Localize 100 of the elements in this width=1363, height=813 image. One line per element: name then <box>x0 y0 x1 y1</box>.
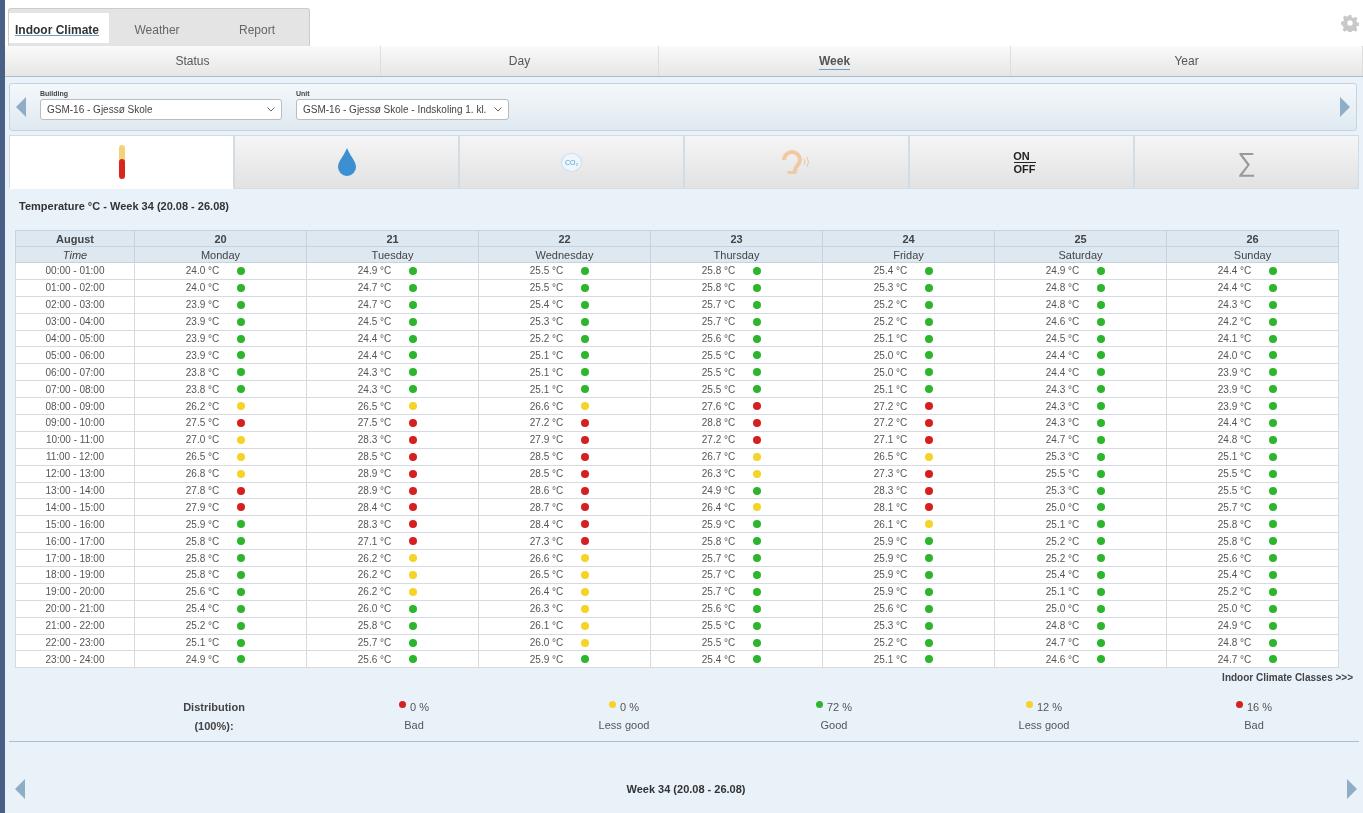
temperature-value: 28.7 °C <box>529 501 564 513</box>
temperature-value: 25.7 °C <box>1217 501 1252 513</box>
percent-value: 0 % <box>410 701 429 714</box>
temperature-value: 28.9 °C <box>357 485 392 496</box>
temperature-value: 26.2 °C <box>357 552 392 564</box>
temperature-value: 25.5 °C <box>1045 468 1080 480</box>
period-tab[interactable]: Day <box>381 46 659 76</box>
temperature-value: 24.6 °C <box>1045 653 1080 665</box>
temperature-value: 25.4 °C <box>701 653 736 665</box>
temperature-value: 25.4 °C <box>185 603 220 615</box>
thermometer-icon <box>116 145 127 179</box>
time-cell: 23:00 - 24:00 <box>15 651 135 668</box>
temperature-value: 24.8 °C <box>1045 620 1080 632</box>
temperature-value: 25.6 °C <box>185 586 220 598</box>
temperature-value: 28.4 °C <box>357 501 392 513</box>
next-icon[interactable] <box>1347 779 1357 799</box>
time-cell: 03:00 - 04:00 <box>15 313 135 331</box>
temperature-value: 25.9 °C <box>873 586 908 598</box>
temperature-value: 28.4 °C <box>529 518 564 530</box>
temperature-value: 25.6 °C <box>701 603 736 615</box>
chart-title: Temperature °C - Week 34 (20.08 - 26.08) <box>18 199 231 214</box>
temperature-value: 25.9 °C <box>873 569 908 581</box>
temperature-value: 25.1 °C <box>529 383 564 395</box>
period-tab[interactable]: Year <box>1011 46 1363 76</box>
temperature-value: 28.6 °C <box>529 485 564 496</box>
temperature-value: 24.4 °C <box>1217 282 1252 294</box>
water-drop-icon <box>336 148 357 176</box>
temperature-value: 23.9 °C <box>185 299 220 311</box>
temperature-value: 26.5 °C <box>185 451 220 463</box>
temperature-value: 25.1 °C <box>1217 451 1252 463</box>
temperature-value: 25.1 °C <box>873 383 908 395</box>
date-header: 23 <box>650 230 823 247</box>
temperature-value: 27.8 °C <box>185 485 220 496</box>
temperature-value: 25.0 °C <box>1045 603 1080 615</box>
date-header: 20 <box>134 230 307 247</box>
temperature-value: 27.3 °C <box>873 468 908 480</box>
temperature-value: 27.0 °C <box>185 434 220 446</box>
date-header: 26 <box>1166 230 1339 247</box>
temperature-value: 27.2 °C <box>873 400 908 412</box>
temperature-value: 25.5 °C <box>701 366 736 378</box>
classes-link[interactable]: Indoor Climate Classes >>> <box>1222 672 1353 684</box>
temperature-value: 27.3 °C <box>529 535 564 547</box>
temperature-value: 24.2 °C <box>1217 316 1252 328</box>
building-dropdown[interactable]: GSM-16 - Gjessø Skole <box>40 99 282 120</box>
temperature-value: 24.3 °C <box>357 366 392 378</box>
temperature-value: 23.9 °C <box>185 333 220 344</box>
temperature-value: 25.1 °C <box>529 366 564 378</box>
temperature-value: 25.1 °C <box>873 333 908 344</box>
temperature-value: 25.5 °C <box>1217 485 1252 496</box>
temperature-value: 28.9 °C <box>357 468 392 480</box>
top-tab[interactable]: Weather <box>109 13 209 43</box>
temperature-value: 23.9 °C <box>1217 383 1252 395</box>
temperature-value: 25.0 °C <box>1217 603 1252 615</box>
temperature-value: 27.2 °C <box>529 417 564 429</box>
temperature-value: 25.2 °C <box>873 299 908 311</box>
temperature-value: 25.1 °C <box>1045 586 1080 598</box>
time-cell: 15:00 - 16:00 <box>15 515 135 533</box>
temperature-value: 25.7 °C <box>701 552 736 564</box>
time-cell: 17:00 - 18:00 <box>15 549 135 567</box>
temperature-value: 23.9 °C <box>1217 400 1252 412</box>
temperature-value: 24.9 °C <box>185 653 220 665</box>
sensor-tab[interactable]: ON OFF <box>909 135 1134 189</box>
period-tab[interactable]: Week <box>659 46 1011 76</box>
temperature-value: 24.4 °C <box>357 349 392 361</box>
settings-icon[interactable] <box>1341 14 1359 32</box>
time-cell: 11:00 - 12:00 <box>15 448 135 466</box>
temperature-value: 25.5 °C <box>701 620 736 632</box>
percent-value: 12 % <box>1036 701 1063 714</box>
time-cell: 04:00 - 05:00 <box>15 330 135 347</box>
date-header: 21 <box>306 230 479 247</box>
temperature-value: 27.2 °C <box>873 417 908 429</box>
temperature-value: 23.8 °C <box>185 366 220 378</box>
date-header: 24 <box>822 230 995 247</box>
temperature-value: 26.6 °C <box>529 552 564 564</box>
next-icon[interactable] <box>1340 97 1350 117</box>
temperature-value: 25.7 °C <box>701 299 736 311</box>
period-tab[interactable]: Status <box>5 46 381 76</box>
chevron-down-icon <box>494 107 503 112</box>
temperature-value: 27.2 °C <box>701 434 736 446</box>
temperature-value: 25.8 °C <box>701 535 736 547</box>
temperature-value: 25.8 °C <box>1217 535 1252 547</box>
top-tab[interactable]: Indoor Climate <box>9 13 109 43</box>
temperature-value: 24.3 °C <box>1217 299 1252 311</box>
temperature-value: 23.9 °C <box>1217 366 1252 378</box>
previous-icon[interactable] <box>15 779 25 799</box>
previous-icon[interactable] <box>16 97 26 117</box>
temperature-value: 27.5 °C <box>185 417 220 429</box>
distribution-sublabel: (100%): <box>194 719 234 732</box>
time-cell: 10:00 - 11:00 <box>15 431 135 449</box>
temperature-value: 24.7 °C <box>357 299 392 311</box>
temperature-value: 24.7 °C <box>1045 637 1080 649</box>
temperature-value: 25.1 °C <box>529 349 564 361</box>
unit-dropdown[interactable]: GSM-16 - Gjessø Skole - Indskoling 1. kl. <box>296 99 510 120</box>
week-label: Week 34 (20.08 - 26.08) <box>626 783 746 795</box>
distribution-label: Distribution <box>183 700 245 713</box>
top-tab[interactable]: Report <box>209 13 309 43</box>
temperature-value: 26.5 °C <box>529 569 564 581</box>
time-cell: 09:00 - 10:00 <box>15 414 135 432</box>
temperature-value: 24.9 °C <box>357 265 392 277</box>
temperature-value: 25.2 °C <box>529 333 564 344</box>
